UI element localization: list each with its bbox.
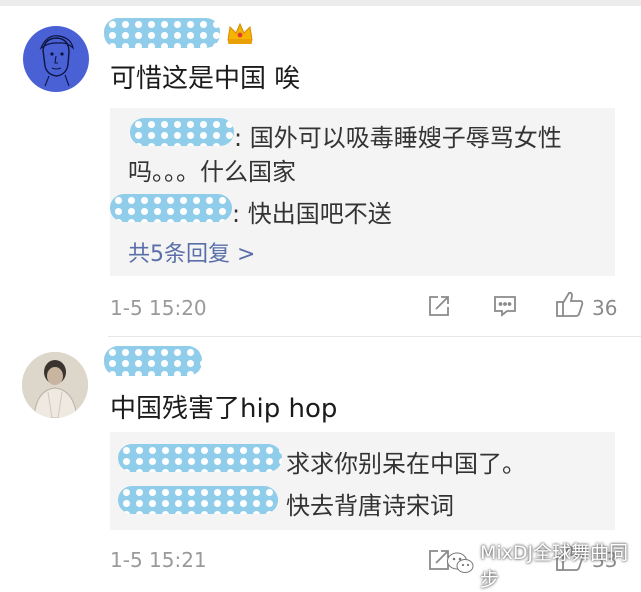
like-count: 36 bbox=[592, 296, 618, 320]
reply-text: : 快出国吧不送 bbox=[232, 200, 392, 228]
username-redacted[interactable] bbox=[104, 346, 202, 376]
watermark: MixDJ全球舞曲同步 bbox=[446, 538, 641, 592]
comment-time: 1-5 15:21 bbox=[110, 548, 207, 572]
reply-text: 快去背唐诗宋词 bbox=[286, 492, 454, 520]
like-icon[interactable] bbox=[555, 290, 585, 322]
comment-text: 可惜这是中国 唉 bbox=[110, 64, 301, 94]
reply-username-redacted[interactable] bbox=[110, 194, 232, 222]
reply-text-continued: 吗。。。什么国家 bbox=[128, 158, 296, 186]
wechat-icon bbox=[446, 551, 474, 579]
avatar[interactable] bbox=[22, 352, 88, 418]
reply-username-redacted[interactable] bbox=[130, 118, 234, 146]
avatar-sketch-icon bbox=[39, 35, 74, 87]
comment-divider bbox=[108, 336, 641, 337]
reply-text: : 国外可以吸毒睡嫂子辱骂女性 bbox=[234, 124, 562, 152]
avatar-photo-icon bbox=[22, 352, 88, 418]
crown-icon bbox=[225, 20, 255, 50]
share-icon[interactable] bbox=[427, 294, 451, 322]
reply-username-redacted[interactable] bbox=[118, 486, 278, 514]
reply-text: 求求你别呆在中国了。 bbox=[286, 450, 526, 478]
reply-username-redacted[interactable] bbox=[118, 444, 282, 472]
reply-box[interactable]: 求求你别呆在中国了。 快去背唐诗宋词 bbox=[110, 432, 615, 530]
comment-text: 中国残害了hip hop bbox=[110, 394, 338, 424]
more-replies-link[interactable]: 共5条回复 > bbox=[128, 236, 255, 268]
top-separator bbox=[0, 0, 641, 6]
comment-time: 1-5 15:20 bbox=[110, 296, 207, 320]
reply-box[interactable]: : 国外可以吸毒睡嫂子辱骂女性 吗。。。什么国家 : 快出国吧不送 共5条回复 … bbox=[110, 108, 615, 276]
avatar[interactable] bbox=[23, 26, 89, 92]
watermark-text: MixDJ全球舞曲同步 bbox=[480, 542, 629, 591]
comment-icon[interactable] bbox=[492, 294, 518, 322]
username-redacted[interactable] bbox=[104, 18, 220, 48]
